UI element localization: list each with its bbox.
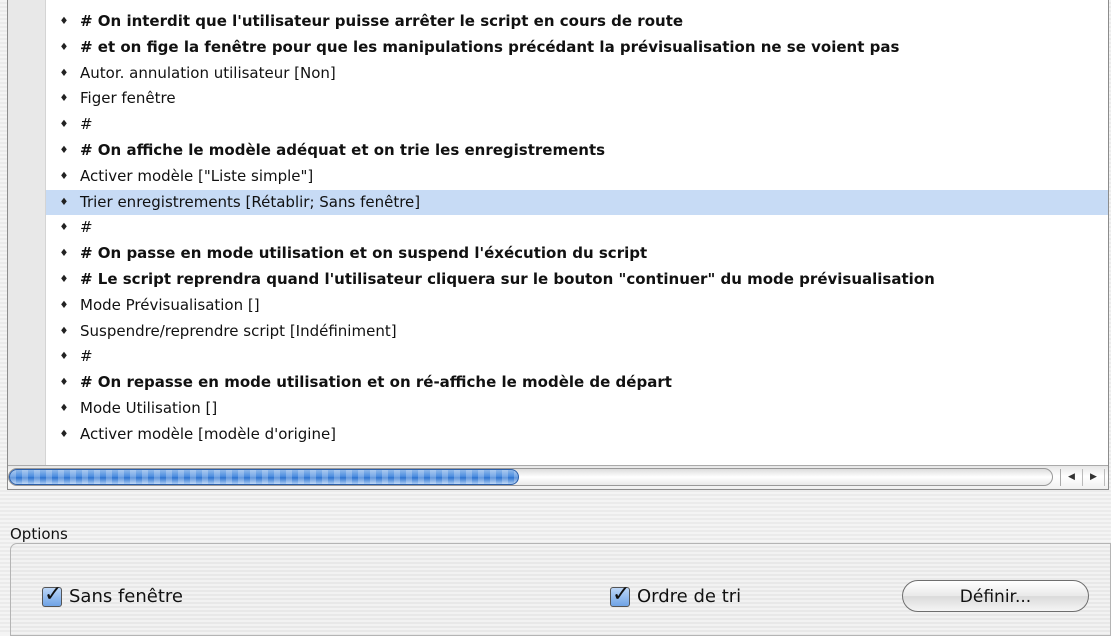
no-dialog-label[interactable]: Sans fenêtre (69, 586, 183, 607)
updown-arrows-icon[interactable]: ♦ (59, 190, 69, 216)
define-button[interactable]: Définir... (902, 580, 1089, 612)
updown-arrows-icon[interactable]: ♦ (59, 241, 69, 267)
script-step-row[interactable]: ♦ # (46, 344, 1108, 370)
script-step-text: Mode Prévisualisation [] (80, 295, 260, 314)
script-step-text: # On affiche le modèle adéquat et on tri… (80, 140, 606, 159)
updown-arrows-icon[interactable]: ♦ (59, 112, 69, 138)
script-step-row[interactable]: ♦ Figer fenêtre (46, 86, 1108, 112)
step-gutter (8, 0, 46, 465)
updown-arrows-icon[interactable]: ♦ (59, 61, 69, 87)
script-step-text: Trier enregistrements [Rétablir; Sans fe… (80, 192, 421, 211)
script-step-row[interactable]: ♦ Autor. annulation utilisateur [Non] (46, 61, 1108, 87)
scroll-thumb[interactable] (9, 469, 519, 485)
script-step-list: ♦ # On interdit que l'utilisateur puisse … (46, 9, 1108, 448)
script-step-row[interactable]: ♦ # On interdit que l'utilisateur puisse … (46, 9, 1108, 35)
script-step-row[interactable]: ♦ # On affiche le modèle adéquat et on tr… (46, 138, 1108, 164)
script-step-text: # (80, 218, 93, 237)
script-step-text: # et on fige la fenêtre pour que les man… (80, 37, 900, 56)
script-step-row[interactable]: ♦ # On repasse en mode utilisation et on … (46, 370, 1108, 396)
updown-arrows-icon[interactable]: ♦ (59, 293, 69, 319)
script-step-row[interactable]: ♦ Suspendre/reprendre script [Indéfinimen… (46, 319, 1108, 345)
script-step-row[interactable]: ♦ # (46, 112, 1108, 138)
updown-arrows-icon[interactable]: ♦ (59, 370, 69, 396)
script-step-text: Activer modèle [modèle d'origine] (80, 424, 337, 443)
checkmark-icon: ✓ (612, 581, 631, 607)
scroll-buttons: ◀ ▶ (1060, 469, 1105, 486)
updown-arrows-icon[interactable]: ♦ (59, 319, 69, 345)
sort-order-option[interactable]: ✓ Ordre de tri (610, 582, 741, 607)
script-step-row[interactable]: ♦ Trier enregistrements [Rétablir; Sans f… (46, 189, 1108, 216)
horizontal-scrollbar[interactable]: ◀ ▶ (8, 465, 1108, 489)
updown-arrows-icon[interactable]: ♦ (59, 215, 69, 241)
sort-order-label[interactable]: Ordre de tri (637, 586, 741, 607)
sort-order-checkbox[interactable]: ✓ (610, 582, 630, 607)
script-step-row[interactable]: ♦ Activer modèle [modèle d'origine] (46, 422, 1108, 448)
scroll-track[interactable] (8, 468, 1053, 486)
updown-arrows-icon[interactable]: ♦ (59, 344, 69, 370)
script-step-text: # On repasse en mode utilisation et on r… (80, 373, 672, 392)
updown-arrows-icon[interactable]: ♦ (59, 422, 69, 448)
script-step-text: Figer fenêtre (80, 89, 176, 108)
script-step-text: Mode Utilisation [] (80, 398, 218, 417)
script-step-text: # On passe en mode utilisation et on sus… (80, 244, 648, 263)
script-step-text: # (80, 115, 93, 134)
script-step-row[interactable]: ♦ # On passe en mode utilisation et on su… (46, 241, 1108, 267)
script-step-text: # Le script reprendra quand l'utilisateu… (80, 269, 935, 288)
updown-arrows-icon[interactable]: ♦ (59, 9, 69, 35)
script-step-row[interactable]: ♦ # Le script reprendra quand l'utilisate… (46, 267, 1108, 293)
script-step-row[interactable]: ♦ Mode Utilisation [] (46, 396, 1108, 422)
script-step-row[interactable]: ♦ Mode Prévisualisation [] (46, 293, 1108, 319)
updown-arrows-icon[interactable]: ♦ (59, 396, 69, 422)
checkmark-icon: ✓ (44, 581, 63, 607)
updown-arrows-icon[interactable]: ♦ (59, 138, 69, 164)
updown-arrows-icon[interactable]: ♦ (59, 164, 69, 190)
scroll-right-arrow-icon[interactable]: ▶ (1083, 469, 1105, 486)
updown-arrows-icon[interactable]: ♦ (59, 86, 69, 112)
script-step-text: # On interdit que l'utilisateur puisse a… (80, 12, 684, 30)
updown-arrows-icon[interactable]: ♦ (59, 35, 69, 61)
options-group-title: Options (10, 525, 68, 543)
no-dialog-option[interactable]: ✓ Sans fenêtre (42, 582, 183, 607)
no-dialog-checkbox[interactable]: ✓ (42, 582, 62, 607)
script-step-text: Autor. annulation utilisateur [Non] (80, 63, 336, 82)
script-step-row[interactable]: ♦ Activer modèle ["Liste simple"] (46, 164, 1108, 190)
script-step-text: Activer modèle ["Liste simple"] (80, 166, 314, 185)
script-step-row[interactable]: ♦ # et on fige la fenêtre pour que les ma… (46, 35, 1108, 61)
script-step-text: Suspendre/reprendre script [Indéfiniment… (80, 321, 397, 340)
scroll-left-arrow-icon[interactable]: ◀ (1061, 469, 1083, 486)
script-step-row[interactable]: ♦ # (46, 215, 1108, 241)
script-steps-panel: ♦ # On interdit que l'utilisateur puisse … (7, 0, 1109, 490)
script-step-text: # (80, 347, 93, 366)
updown-arrows-icon[interactable]: ♦ (59, 267, 69, 293)
